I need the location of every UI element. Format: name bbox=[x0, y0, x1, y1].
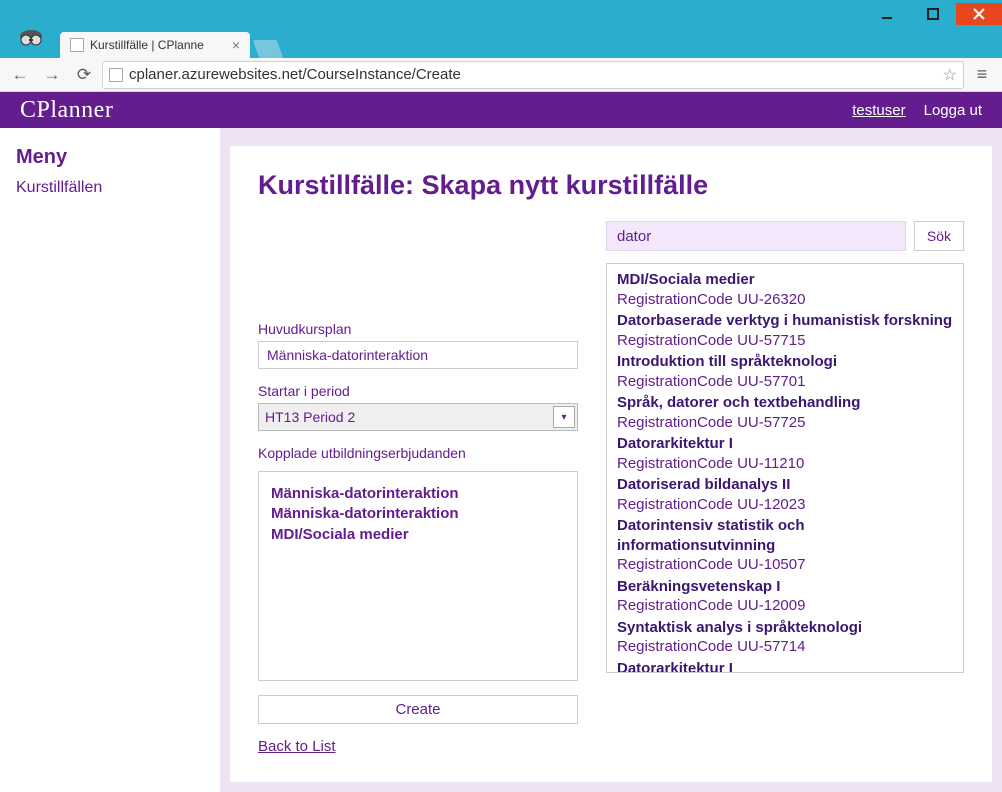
linked-item[interactable]: Människa-datorinteraktion bbox=[271, 484, 565, 504]
result-code: RegistrationCode UU-57715 bbox=[617, 331, 953, 351]
result-code: RegistrationCode UU-12023 bbox=[617, 495, 953, 515]
browser-tab[interactable]: Kurstillfälle | CPlanne × bbox=[60, 32, 250, 58]
page-icon bbox=[70, 38, 84, 52]
search-input[interactable] bbox=[606, 221, 906, 251]
os-titlebar bbox=[0, 0, 1002, 28]
incognito-icon bbox=[16, 26, 46, 50]
new-tab-button[interactable] bbox=[253, 40, 284, 58]
result-code: RegistrationCode UU-11210 bbox=[617, 454, 953, 474]
page-icon bbox=[109, 68, 123, 82]
result-code: RegistrationCode UU-57725 bbox=[617, 413, 953, 433]
result-code: RegistrationCode UU-12009 bbox=[617, 596, 953, 616]
period-value: HT13 Period 2 bbox=[265, 409, 355, 425]
browser-toolbar: ← → ⟳ cplaner.azurewebsites.net/CourseIn… bbox=[0, 58, 1002, 92]
browser-tabstrip: Kurstillfälle | CPlanne × bbox=[0, 28, 1002, 58]
back-button[interactable]: ← bbox=[6, 61, 34, 89]
tab-title: Kurstillfälle | CPlanne bbox=[90, 38, 204, 52]
app-header: CPlanner testuser Logga ut bbox=[0, 92, 1002, 128]
sidebar-item-kurstillfallen[interactable]: Kurstillfällen bbox=[16, 179, 102, 196]
label-period: Startar i period bbox=[258, 383, 578, 399]
minimize-button[interactable] bbox=[864, 3, 910, 25]
result-name[interactable]: Datorintensiv statistik och informations… bbox=[617, 516, 953, 555]
linked-item[interactable]: Människa-datorinteraktion bbox=[271, 504, 565, 524]
result-name[interactable]: Datorarkitektur I bbox=[617, 434, 953, 454]
back-to-list-link[interactable]: Back to List bbox=[258, 738, 336, 755]
result-name[interactable]: Introduktion till språkteknologi bbox=[617, 352, 953, 372]
sidebar: Meny Kurstillfällen bbox=[0, 128, 220, 792]
linked-offerings-box: Människa-datorinteraktionMänniska-datori… bbox=[258, 471, 578, 681]
close-button[interactable] bbox=[956, 3, 1002, 25]
bookmark-icon[interactable]: ☆ bbox=[943, 65, 957, 85]
result-name[interactable]: Datoriserad bildanalys II bbox=[617, 475, 953, 495]
reload-button[interactable]: ⟳ bbox=[70, 61, 98, 89]
result-name[interactable]: MDI/Sociala medier bbox=[617, 270, 953, 290]
address-bar[interactable]: cplaner.azurewebsites.net/CourseInstance… bbox=[102, 61, 964, 89]
linked-item[interactable]: MDI/Sociala medier bbox=[271, 525, 565, 545]
result-name[interactable]: Datorbaserade verktyg i humanistisk fors… bbox=[617, 311, 953, 331]
main-plan-input[interactable] bbox=[258, 341, 578, 369]
result-code: RegistrationCode UU-10507 bbox=[617, 555, 953, 575]
result-name[interactable]: Datorarkitektur I bbox=[617, 659, 953, 674]
search-results[interactable]: MDI/Sociala medierRegistrationCode UU-26… bbox=[606, 263, 964, 673]
period-select[interactable]: HT13 Period 2 ▾ bbox=[258, 403, 578, 431]
result-code: RegistrationCode UU-26320 bbox=[617, 290, 953, 310]
chevron-down-icon: ▾ bbox=[553, 406, 575, 428]
result-name[interactable]: Språk, datorer och textbehandling bbox=[617, 393, 953, 413]
tab-close-icon[interactable]: × bbox=[232, 37, 240, 53]
url-text: cplaner.azurewebsites.net/CourseInstance… bbox=[129, 66, 461, 83]
user-link[interactable]: testuser bbox=[852, 102, 905, 119]
maximize-button[interactable] bbox=[910, 3, 956, 25]
result-name[interactable]: Beräkningsvetenskap I bbox=[617, 577, 953, 597]
sidebar-heading: Meny bbox=[16, 146, 204, 169]
forward-button[interactable]: → bbox=[38, 61, 66, 89]
menu-button[interactable]: ≡ bbox=[968, 61, 996, 89]
logout-link[interactable]: Logga ut bbox=[924, 102, 982, 119]
result-name[interactable]: Syntaktisk analys i språkteknologi bbox=[617, 618, 953, 638]
search-button[interactable]: Sök bbox=[914, 221, 964, 251]
page-title: Kurstillfälle: Skapa nytt kurstillfälle bbox=[258, 170, 964, 201]
brand-logo[interactable]: CPlanner bbox=[20, 97, 113, 124]
label-main-plan: Huvudkursplan bbox=[258, 321, 578, 337]
result-code: RegistrationCode UU-57714 bbox=[617, 637, 953, 657]
content-area: Kurstillfälle: Skapa nytt kurstillfälle … bbox=[230, 146, 992, 782]
create-button[interactable]: Create bbox=[258, 695, 578, 724]
result-code: RegistrationCode UU-57701 bbox=[617, 372, 953, 392]
label-linked: Kopplade utbildningserbjudanden bbox=[258, 445, 578, 461]
